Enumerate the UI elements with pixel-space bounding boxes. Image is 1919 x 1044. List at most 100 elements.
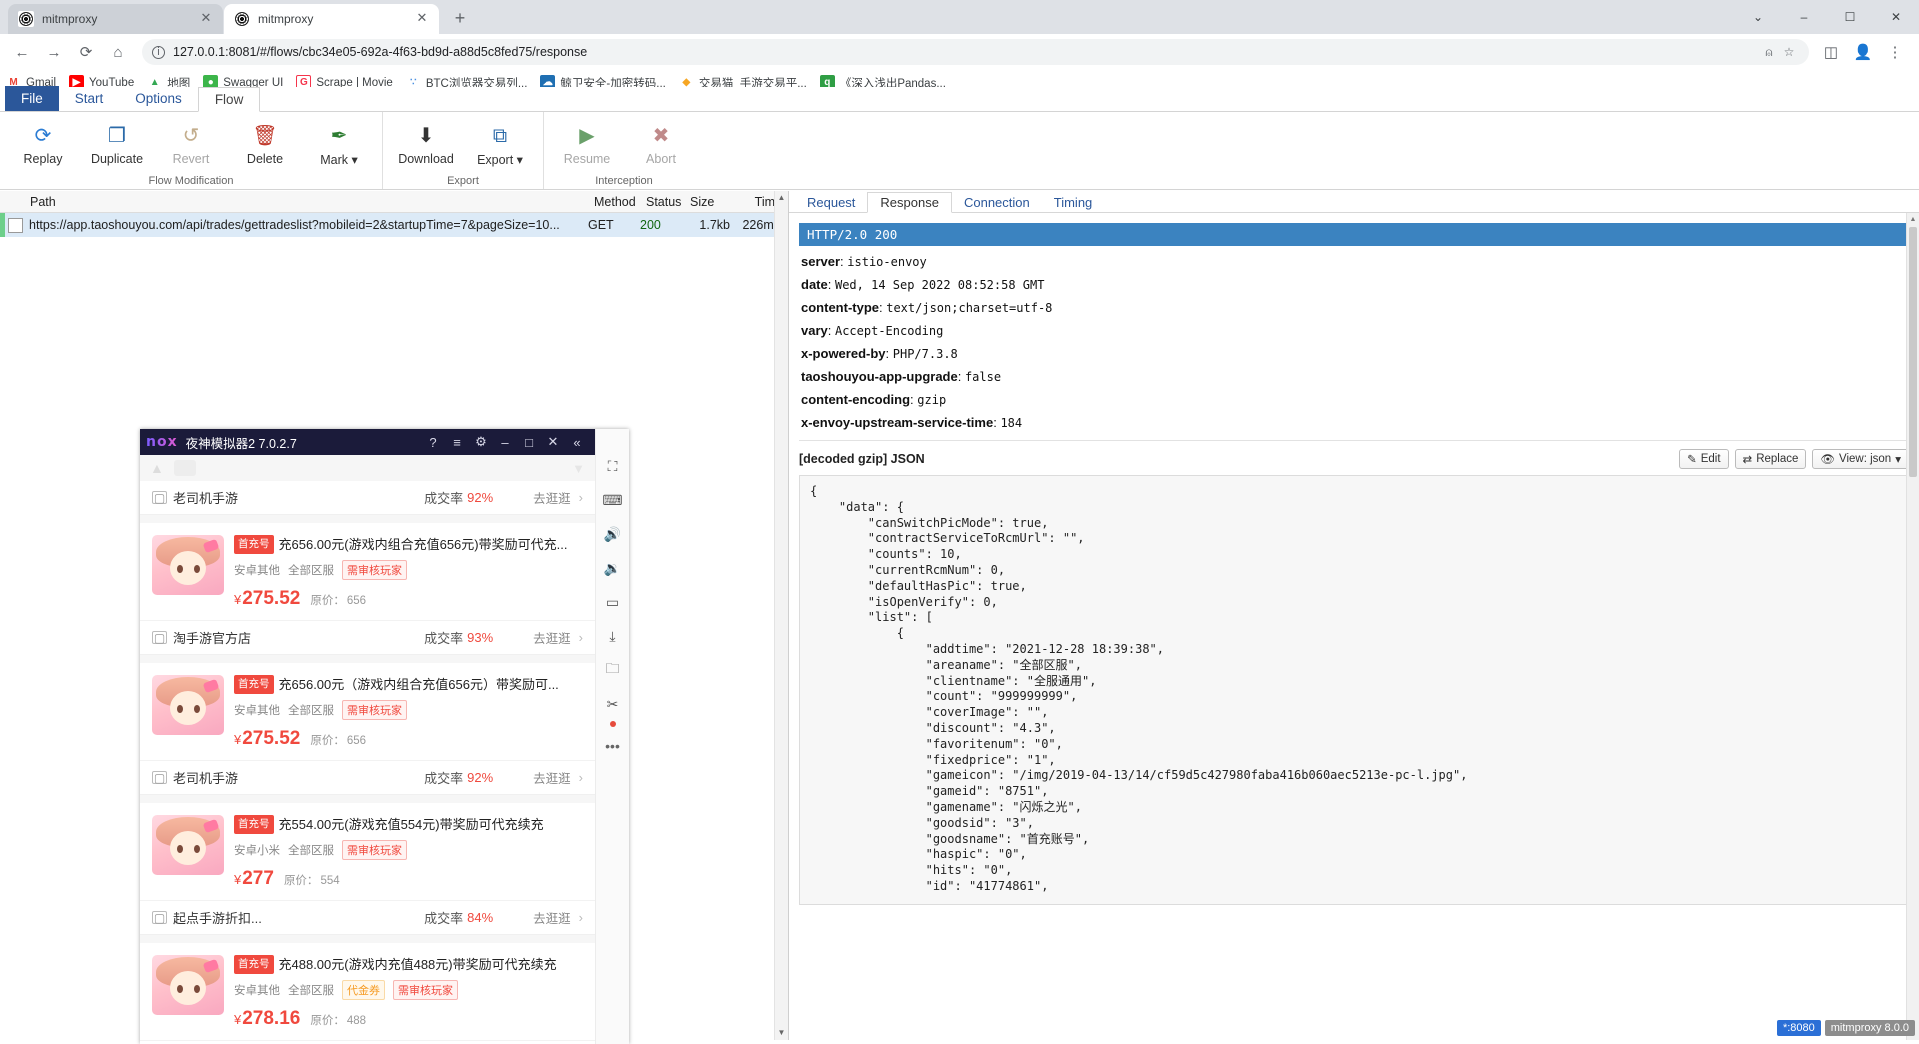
browser-tab-2[interactable]: mitmproxy ✕ bbox=[224, 4, 439, 34]
tab-response[interactable]: Response bbox=[867, 192, 952, 213]
row-checkbox[interactable] bbox=[8, 217, 23, 233]
list-item[interactable]: ▢ 老司机手游 成交率 92% 去逛逛 › bbox=[140, 761, 595, 795]
scroll-up-icon[interactable]: ▲ bbox=[1907, 213, 1919, 226]
info-icon[interactable]: i bbox=[152, 45, 165, 59]
ribbon-tab-options[interactable]: Options bbox=[119, 86, 198, 111]
chevron-down-icon[interactable]: ⌄ bbox=[1735, 0, 1781, 34]
flow-list-scrollbar[interactable]: ▲ ▼ bbox=[774, 191, 788, 1040]
chevron-right-icon: › bbox=[578, 630, 583, 645]
visit-shop-link[interactable]: 去逛逛 bbox=[533, 488, 571, 507]
export-button[interactable]: ⧉ Export ▾ bbox=[463, 116, 537, 175]
group-label: Export bbox=[447, 175, 479, 187]
replay-button[interactable]: ⟳ Replay bbox=[6, 116, 80, 175]
list-item[interactable]: ▢ 老司机手游 成交率 92% 去逛逛 › bbox=[140, 481, 595, 515]
profile-icon[interactable]: 👤 bbox=[1849, 38, 1877, 66]
abort-button[interactable]: ✖ Abort bbox=[624, 116, 698, 175]
volume-up-icon[interactable]: 🔊 bbox=[596, 517, 630, 551]
collapse-icon[interactable]: « bbox=[565, 435, 589, 450]
tab-title: mitmproxy bbox=[258, 12, 314, 26]
download-icon: ⬇ bbox=[417, 125, 435, 147]
minimize-button[interactable]: – bbox=[1781, 0, 1827, 34]
visit-shop-link[interactable]: 去逛逛 bbox=[533, 768, 571, 787]
tab-connection[interactable]: Connection bbox=[952, 193, 1042, 212]
delete-button[interactable]: 🗑 Delete bbox=[228, 116, 302, 175]
forward-icon[interactable]: → bbox=[40, 38, 68, 66]
list-item[interactable]: 首充号 充488.00元(游戏内充值488元)带奖励可代充续充 安卓其他 全部区… bbox=[140, 943, 595, 1041]
visit-shop-link[interactable]: 去逛逛 bbox=[533, 908, 571, 927]
keyboard-icon[interactable]: ⌨ bbox=[596, 483, 630, 517]
kebab-menu-icon[interactable]: ⋮ bbox=[1881, 38, 1909, 66]
star-icon[interactable]: ☆ bbox=[1779, 45, 1799, 59]
response-header-row: content-type: text/json;charset=utf-8 bbox=[801, 300, 1053, 315]
back-icon[interactable]: ← bbox=[8, 38, 36, 66]
more-icon[interactable]: ••• bbox=[596, 729, 630, 763]
mark-button[interactable]: ✒ Mark ▾ bbox=[302, 116, 376, 175]
list-item[interactable]: 首充号 充554.00元(游戏充值554元)带奖励可代充续充 安卓小米 全部区服… bbox=[140, 803, 595, 901]
product-title-row: 首充号 充656.00元（游戏内组合充值656元）带奖励可... bbox=[234, 675, 583, 694]
scroll-down-icon[interactable]: ▼ bbox=[775, 1026, 788, 1040]
scrollbar-thumb[interactable] bbox=[1909, 227, 1917, 477]
close-icon[interactable]: ✕ bbox=[197, 10, 215, 28]
ribbon-tab-start[interactable]: Start bbox=[59, 86, 120, 111]
maximize-button[interactable]: ☐ bbox=[1827, 0, 1873, 34]
copy-icon: ⧉ bbox=[492, 125, 508, 147]
settings-gear-icon[interactable]: ⚙ bbox=[469, 434, 493, 450]
scroll-up-icon[interactable]: ▲ bbox=[775, 191, 788, 205]
download-button[interactable]: ⬇ Download bbox=[389, 116, 463, 175]
address-bar[interactable]: i 127.0.0.1:8081/#/flows/cbc34e05-692a-4… bbox=[142, 39, 1809, 65]
menu-icon[interactable]: ≡ bbox=[445, 435, 469, 450]
column-header-status[interactable]: Status bbox=[646, 195, 690, 209]
close-icon[interactable]: ✕ bbox=[541, 434, 565, 450]
visit-shop-link[interactable]: 去逛逛 bbox=[533, 628, 571, 647]
tab-request[interactable]: Request bbox=[795, 193, 867, 212]
reload-icon[interactable]: ⟳ bbox=[72, 38, 100, 66]
nox-screen-content[interactable]: ▢ 老司机手游 成交率 92% 去逛逛 › 首充号 充656.00元(游戏内组合… bbox=[140, 481, 595, 1044]
status-badge: 首充号 bbox=[234, 675, 274, 694]
list-item[interactable]: 首充号 充656.00元(游戏内组合充值656元)带奖励可代充... 安卓其他 … bbox=[140, 523, 595, 621]
scissors-icon[interactable]: ✂ bbox=[596, 687, 630, 721]
list-item[interactable]: 首充号 充656.00元（游戏内组合充值656元）带奖励可... 安卓其他 全部… bbox=[140, 663, 595, 761]
replace-button[interactable]: ⇄ Replace bbox=[1734, 449, 1807, 469]
product-price: ¥ 278.16 原价： 488 bbox=[234, 1008, 583, 1030]
revert-button[interactable]: ↺ Revert bbox=[154, 116, 228, 175]
shared-folder-icon[interactable]: 🗀 bbox=[596, 653, 630, 687]
product-thumbnail bbox=[152, 955, 224, 1015]
table-row[interactable]: https://app.taoshouyou.com/api/trades/ge… bbox=[0, 213, 788, 237]
side-panel-icon[interactable]: ◫ bbox=[1817, 38, 1845, 66]
share-icon[interactable]: ⍝ bbox=[1759, 45, 1779, 60]
help-icon[interactable]: ? bbox=[421, 435, 445, 450]
resume-button[interactable]: ▶ Resume bbox=[550, 116, 624, 175]
close-window-button[interactable]: ✕ bbox=[1873, 0, 1919, 34]
json-viewer[interactable]: { "data": { "canSwitchPicMode": true, "c… bbox=[799, 475, 1909, 905]
json-content: { "data": { "canSwitchPicMode": true, "c… bbox=[810, 484, 1468, 893]
new-tab-button[interactable]: + bbox=[446, 4, 474, 32]
maximize-icon[interactable]: □ bbox=[517, 435, 541, 450]
fullscreen-icon[interactable]: ⛶ bbox=[596, 449, 630, 483]
product-meta: 安卓其他 全部区服 代金券 需审核玩家 bbox=[234, 980, 583, 1000]
shop-icon: ▢ bbox=[152, 770, 167, 785]
view-mode-dropdown[interactable]: 👁 View: json ▾ bbox=[1812, 449, 1909, 469]
cell-status: 200 bbox=[640, 218, 661, 232]
detail-scrollbar[interactable]: ▲ ▼ bbox=[1906, 213, 1919, 1040]
column-header-size[interactable]: Size bbox=[690, 195, 736, 209]
column-header-method[interactable]: Method bbox=[594, 195, 646, 209]
browser-tab-1[interactable]: mitmproxy ✕ bbox=[8, 4, 223, 34]
list-item[interactable]: ▢ 淘手游官方店 成交率 93% 去逛逛 › bbox=[140, 621, 595, 655]
tab-timing[interactable]: Timing bbox=[1042, 193, 1105, 212]
duplicate-button[interactable]: ❐ Duplicate bbox=[80, 116, 154, 175]
volume-down-icon[interactable]: 🔉 bbox=[596, 551, 630, 585]
shop-name: 老司机手游 bbox=[173, 771, 239, 786]
install-apk-icon[interactable]: ⤓ bbox=[596, 619, 630, 653]
column-header-path[interactable]: Path bbox=[0, 195, 594, 209]
edit-button[interactable]: ✎ Edit bbox=[1679, 449, 1729, 469]
ribbon-tab-flow[interactable]: Flow bbox=[197, 87, 261, 112]
minimize-icon[interactable]: – bbox=[493, 435, 517, 450]
screen-icon[interactable]: ▭ bbox=[596, 585, 630, 619]
filter-triangle-icon[interactable]: ▼ bbox=[572, 461, 585, 476]
close-icon[interactable]: ✕ bbox=[413, 10, 431, 28]
coupon-tag: 代金券 bbox=[342, 980, 385, 1000]
response-header-row: taoshouyou-app-upgrade: false bbox=[801, 369, 1002, 384]
ribbon-tab-file[interactable]: File bbox=[5, 86, 59, 111]
home-icon[interactable]: ⌂ bbox=[104, 38, 132, 66]
list-item[interactable]: ▢ 起点手游折扣... 成交率 84% 去逛逛 › bbox=[140, 901, 595, 935]
